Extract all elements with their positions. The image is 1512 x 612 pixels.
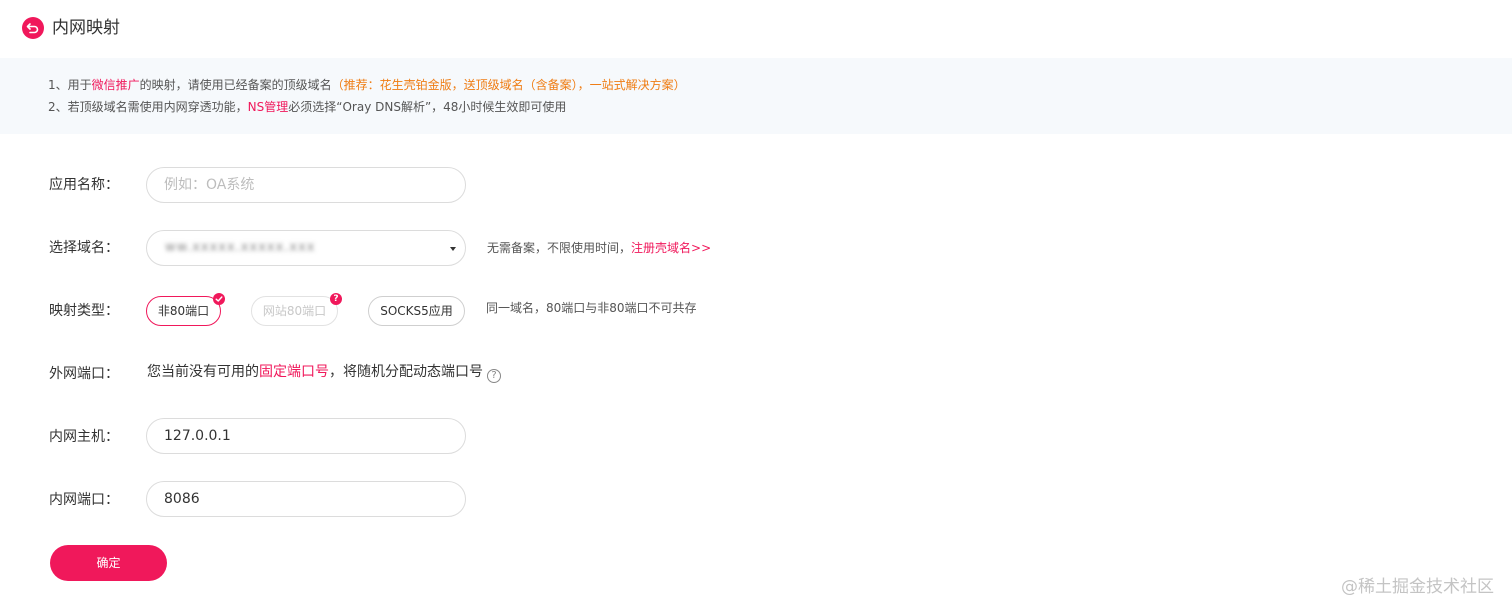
alert-badge-icon: ? bbox=[330, 293, 342, 305]
domain-select[interactable]: ww.xxxxx.xxxxx.xxx bbox=[146, 230, 466, 266]
type-option-web80[interactable]: 网站80端口 ? bbox=[251, 293, 342, 326]
type-option-socks5[interactable]: SOCKS5应用 bbox=[368, 296, 465, 326]
notice-2-text-b: 必须选择“Oray DNS解析”，48小时候生效即可使用 bbox=[288, 100, 567, 114]
domain-hint-text: 无需备案，不限使用时间， bbox=[487, 241, 632, 255]
internal-host-input[interactable] bbox=[146, 418, 466, 454]
watermark: @稀土掘金技术社区 bbox=[1341, 577, 1494, 597]
app-name-label: 应用名称： bbox=[49, 177, 119, 193]
confirm-button[interactable]: 确定 bbox=[50, 545, 167, 581]
internal-port-label: 内网端口： bbox=[49, 492, 119, 508]
page-header: 内网映射 bbox=[0, 0, 1512, 56]
type-option-non80[interactable]: 非80端口 bbox=[146, 293, 225, 326]
page-title: 内网映射 bbox=[52, 18, 120, 38]
external-port-info: 您当前没有可用的固定端口号，将随机分配动态端口号? bbox=[147, 362, 501, 383]
external-port-label: 外网端口： bbox=[49, 366, 119, 382]
type-option-web80-label: 网站80端口 bbox=[262, 304, 327, 318]
domain-selected-value: ww.xxxxx.xxxxx.xxx bbox=[165, 240, 316, 255]
register-domain-link[interactable]: 注册壳域名>> bbox=[631, 241, 711, 255]
mapping-type-hint: 同一域名，80端口与非80端口不可共存 bbox=[486, 301, 697, 315]
notice-1-promo-link[interactable]: （推荐：花生壳铂金版，送顶级域名（含备案），一站式解决方案） bbox=[332, 78, 686, 92]
notice-line-1: 1、用于微信推广的映射，请使用已经备案的顶级域名（推荐：花生壳铂金版，送顶级域名… bbox=[48, 77, 686, 93]
external-port-text-a: 您当前没有可用的 bbox=[147, 364, 259, 380]
help-icon[interactable]: ? bbox=[487, 369, 501, 383]
app-name-input[interactable] bbox=[146, 167, 466, 203]
back-button[interactable] bbox=[22, 17, 44, 39]
mapping-type-label: 映射类型： bbox=[49, 303, 119, 319]
notice-1-text-a: 1、用于 bbox=[48, 78, 92, 92]
notice-panel: 1、用于微信推广的映射，请使用已经备案的顶级域名（推荐：花生壳铂金版，送顶级域名… bbox=[0, 58, 1512, 134]
internal-host-label: 内网主机： bbox=[49, 429, 119, 445]
notice-1-highlight: 微信推广 bbox=[91, 78, 140, 92]
type-option-socks5-label: SOCKS5应用 bbox=[380, 304, 453, 318]
notice-2-text-a: 2、若顶级域名需使用内网穿透功能， bbox=[48, 100, 248, 114]
check-badge-icon bbox=[213, 293, 225, 305]
notice-1-text-b: 的映射，请使用已经备案的顶级域名 bbox=[139, 78, 332, 92]
domain-label: 选择域名： bbox=[49, 240, 119, 256]
external-port-text-b: ，将随机分配动态端口号 bbox=[329, 364, 483, 380]
domain-hint: 无需备案，不限使用时间，注册壳域名>> bbox=[487, 240, 711, 256]
internal-port-input[interactable] bbox=[146, 481, 466, 517]
caret-down-icon bbox=[450, 247, 456, 251]
notice-2-highlight: NS管理 bbox=[247, 100, 289, 114]
fixed-port-link[interactable]: 固定端口号 bbox=[259, 364, 329, 380]
type-option-non80-label: 非80端口 bbox=[157, 304, 210, 318]
back-arrow-icon bbox=[26, 23, 39, 34]
notice-line-2: 2、若顶级域名需使用内网穿透功能，NS管理必须选择“Oray DNS解析”，48… bbox=[48, 99, 566, 115]
